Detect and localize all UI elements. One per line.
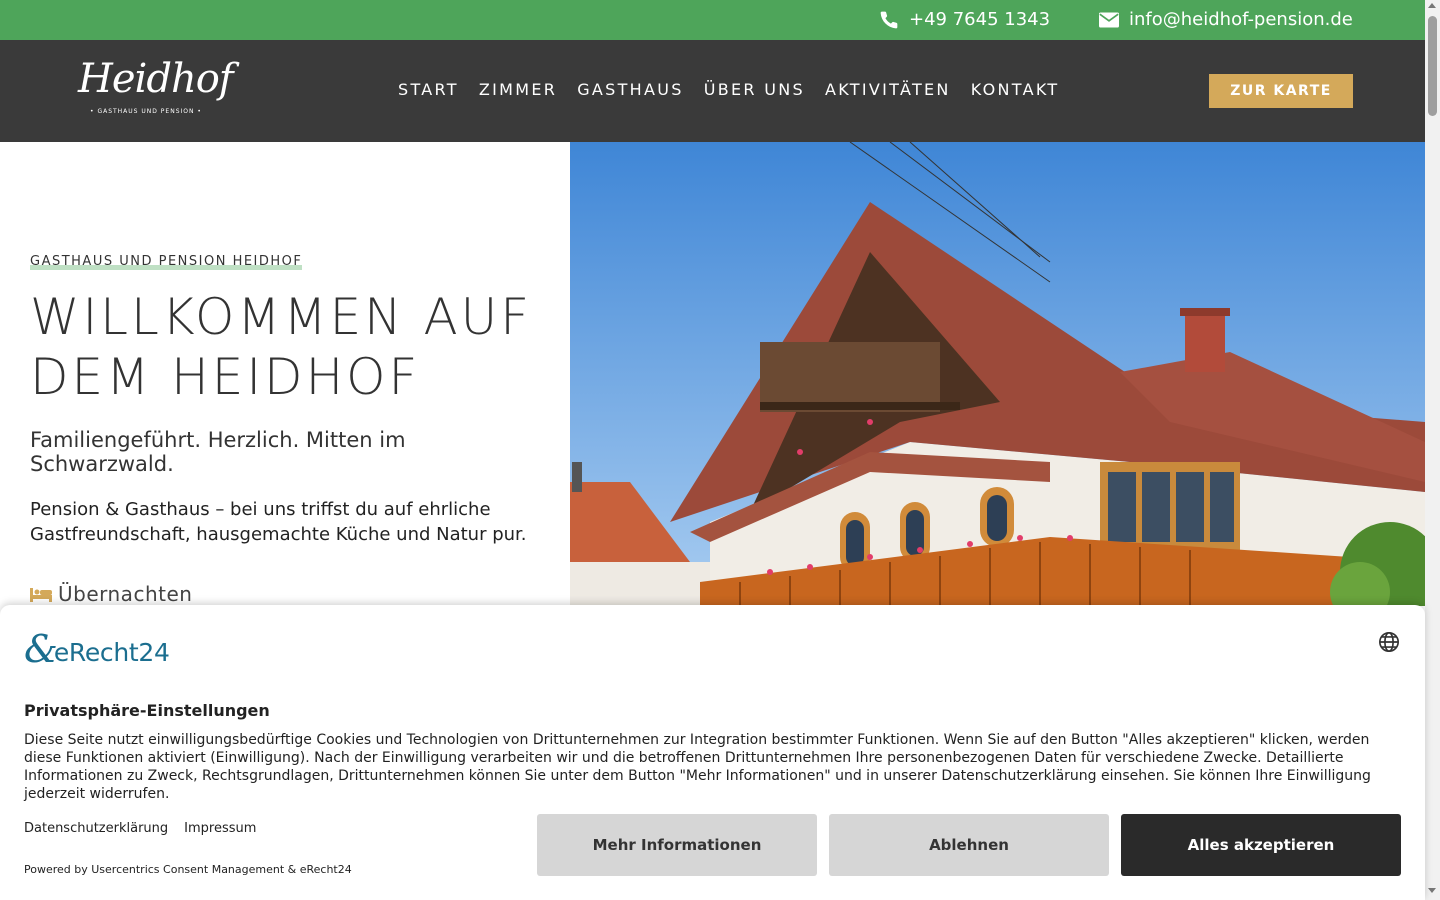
deny-button[interactable]: Ablehnen xyxy=(829,814,1109,876)
powered-by-note: Powered by Usercentrics Consent Manageme… xyxy=(24,863,352,876)
heidhof-logo[interactable]: Heidhof • GASTHAUS UND PENSION • xyxy=(78,56,234,120)
stay-link-label: Übernachten xyxy=(58,582,193,606)
scroll-thumb[interactable] xyxy=(1428,16,1437,116)
hero-headline: WILLKOMMEN AUF DEM HEIDHOF xyxy=(30,288,533,406)
scroll-up-arrow-icon[interactable] xyxy=(1428,3,1436,8)
logo-wordmark: Heidhof xyxy=(78,56,234,102)
phone-number: +49 7645 1343 xyxy=(909,9,1051,30)
top-contact-bar: +49 7645 1343 info@heidhof-pension.de xyxy=(0,0,1425,40)
nav-item-start[interactable]: START xyxy=(398,80,459,99)
more-information-button[interactable]: Mehr Informationen xyxy=(537,814,817,876)
menu-card-button[interactable]: ZUR KARTE xyxy=(1209,74,1353,108)
erecht24-logo: & eRecht24 xyxy=(24,629,170,669)
nav-item-aktivitaeten[interactable]: AKTIVITÄTEN xyxy=(825,80,951,99)
cookie-consent-banner: & eRecht24 Privatsphäre-Einstellungen Di… xyxy=(0,605,1425,900)
envelope-icon xyxy=(1099,12,1119,27)
nav-item-gasthaus[interactable]: GASTHAUS xyxy=(577,80,684,99)
erecht24-logo-word: eRecht24 xyxy=(53,637,170,667)
nav-item-kontakt[interactable]: KONTAKT xyxy=(971,80,1060,99)
nav-menu: START ZIMMER GASTHAUS ÜBER UNS AKTIVITÄT… xyxy=(398,80,1080,99)
page-scrollbar[interactable] xyxy=(1425,0,1440,900)
house-illustration xyxy=(570,142,1425,606)
stay-link[interactable]: Übernachten xyxy=(30,582,192,606)
consent-title: Privatsphäre-Einstellungen xyxy=(24,701,270,720)
scroll-down-arrow-icon[interactable] xyxy=(1428,888,1436,893)
nav-item-zimmer[interactable]: ZIMMER xyxy=(479,80,557,99)
bed-icon xyxy=(30,588,52,602)
hero-eyebrow: GASTHAUS UND PENSION HEIDHOF xyxy=(30,254,303,270)
globe-icon[interactable] xyxy=(1378,631,1400,657)
main-navigation: Heidhof • GASTHAUS UND PENSION • START Z… xyxy=(0,40,1425,142)
hero-image-house xyxy=(570,142,1425,606)
phone-icon xyxy=(880,11,898,28)
phone-link[interactable]: +49 7645 1343 xyxy=(879,9,1050,30)
email-link[interactable]: info@heidhof-pension.de xyxy=(1099,9,1353,30)
accept-all-button[interactable]: Alles akzeptieren xyxy=(1121,814,1401,876)
consent-description: Diese Seite nutzt einwilligungsbedürftig… xyxy=(24,732,1371,802)
privacy-policy-link[interactable]: Datenschutzerklärung xyxy=(24,821,168,836)
consent-links: Datenschutzerklärung Impressum xyxy=(24,821,256,836)
imprint-link[interactable]: Impressum xyxy=(184,821,256,836)
erecht24-logo-mark: & xyxy=(24,627,58,671)
nav-item-ueber-uns[interactable]: ÜBER UNS xyxy=(704,80,805,99)
logo-tagline: • GASTHAUS UND PENSION • xyxy=(90,108,202,115)
email-address: info@heidhof-pension.de xyxy=(1129,9,1353,30)
hero-lead: Pension & Gasthaus – bei uns triffst du … xyxy=(30,499,527,545)
hero-subheadline: Familiengeführt. Herzlich. Mitten im Sch… xyxy=(30,428,406,476)
